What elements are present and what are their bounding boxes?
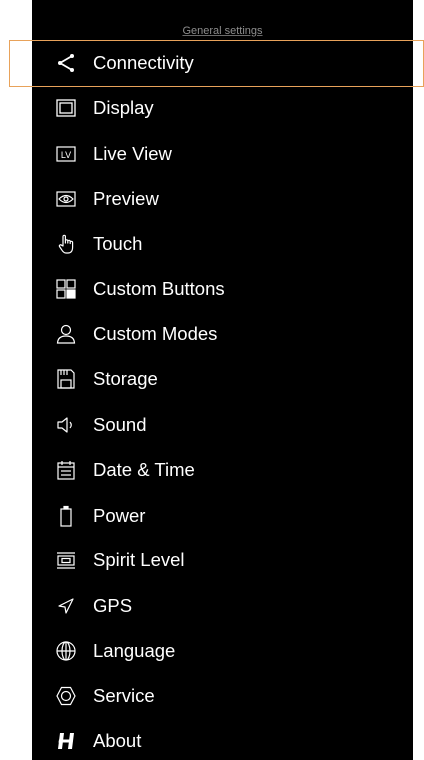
- globe-icon: [56, 641, 76, 661]
- spirit-level-icon: [56, 550, 76, 570]
- share-icon: [56, 53, 76, 73]
- service-hexagon-icon: [56, 686, 76, 706]
- menu-item-label: Date & Time: [93, 459, 195, 480]
- menu-item-label: Live View: [93, 143, 172, 164]
- menu-item-label: Storage: [93, 368, 158, 389]
- menu-item-label: Power: [93, 505, 146, 526]
- menu-item-display[interactable]: Display: [32, 86, 413, 130]
- touch-hand-icon: [56, 234, 76, 254]
- menu-item-label: About: [93, 730, 142, 751]
- memory-card-icon: [56, 369, 76, 389]
- menu-item-power[interactable]: Power: [32, 494, 413, 538]
- menu-item-sound[interactable]: Sound: [32, 403, 413, 447]
- menu-item-language[interactable]: Language: [32, 629, 413, 673]
- menu-item-label: Service: [93, 685, 155, 706]
- battery-icon: [56, 505, 76, 527]
- live-view-icon: LV: [56, 144, 76, 164]
- menu-item-label: Sound: [93, 414, 147, 435]
- menu-item-preview[interactable]: Preview: [32, 177, 413, 221]
- speaker-icon: [56, 415, 76, 435]
- menu-item-label: Language: [93, 640, 176, 661]
- menu-item-custom-modes[interactable]: Custom Modes: [32, 312, 413, 356]
- menu-item-spirit-level[interactable]: Spirit Level: [32, 538, 413, 582]
- menu-item-label: Connectivity: [93, 52, 194, 73]
- preview-eye-icon: [56, 189, 76, 209]
- custom-buttons-grid-icon: [56, 279, 76, 299]
- menu-item-label: GPS: [93, 595, 133, 616]
- menu-item-date-time[interactable]: Date & Time: [32, 448, 413, 492]
- menu-item-about[interactable]: About: [32, 719, 413, 760]
- menu-item-label: Preview: [93, 188, 159, 209]
- menu-item-label: Display: [93, 97, 154, 118]
- gps-arrow-icon: [56, 596, 76, 616]
- svg-text:LV: LV: [61, 150, 71, 160]
- menu-item-custom-buttons[interactable]: Custom Buttons: [32, 267, 413, 311]
- page-title: General settings: [182, 25, 263, 37]
- menu-item-service[interactable]: Service: [32, 674, 413, 718]
- menu-item-label: Custom Buttons: [93, 278, 225, 299]
- display-icon: [56, 98, 76, 118]
- menu-item-gps[interactable]: GPS: [32, 584, 413, 628]
- menu-item-storage[interactable]: Storage: [32, 357, 413, 401]
- menu-item-live-view[interactable]: LV Live View: [32, 132, 413, 176]
- menu-item-connectivity[interactable]: Connectivity: [32, 41, 413, 85]
- hasselblad-h-logo-icon: [56, 731, 76, 751]
- menu-item-label: Custom Modes: [93, 323, 218, 344]
- user-icon: [56, 324, 76, 344]
- settings-panel: General settings Connectivity Display LV…: [32, 0, 413, 760]
- menu-item-label: Spirit Level: [93, 549, 185, 570]
- calendar-icon: [56, 460, 76, 480]
- menu-item-label: Touch: [93, 233, 143, 254]
- menu-item-touch[interactable]: Touch: [32, 222, 413, 266]
